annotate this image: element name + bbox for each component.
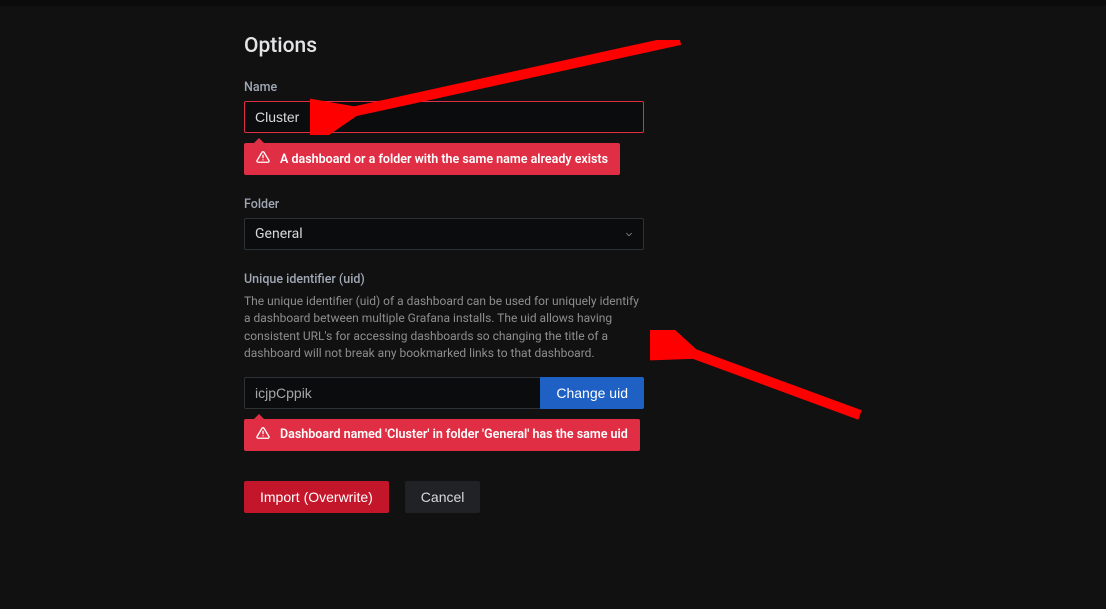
uid-error-box: Dashboard named 'Cluster' in folder 'Gen… <box>244 419 640 451</box>
warning-icon <box>256 150 270 168</box>
uid-error-text: Dashboard named 'Cluster' in folder 'Gen… <box>280 427 628 442</box>
uid-input[interactable] <box>244 377 540 409</box>
warning-icon <box>256 426 270 444</box>
uid-help-text: The unique identifier (uid) of a dashboa… <box>244 293 644 363</box>
name-error-text: A dashboard or a folder with the same na… <box>280 152 608 167</box>
name-input[interactable] <box>244 101 644 133</box>
name-label: Name <box>244 80 644 95</box>
folder-label: Folder <box>244 197 644 212</box>
options-panel: Options Name A dashboard or a folder wit… <box>244 34 644 513</box>
page-title: Options <box>244 34 644 58</box>
change-uid-button[interactable]: Change uid <box>540 377 644 409</box>
annotation-arrow-uid <box>650 330 870 425</box>
folder-value: General <box>255 226 303 242</box>
uid-label: Unique identifier (uid) <box>244 272 644 287</box>
cancel-button[interactable]: Cancel <box>405 481 481 513</box>
top-bar <box>0 0 1106 6</box>
name-error-box: A dashboard or a folder with the same na… <box>244 143 620 175</box>
folder-select[interactable]: General <box>244 218 644 250</box>
import-button[interactable]: Import (Overwrite) <box>244 481 389 513</box>
